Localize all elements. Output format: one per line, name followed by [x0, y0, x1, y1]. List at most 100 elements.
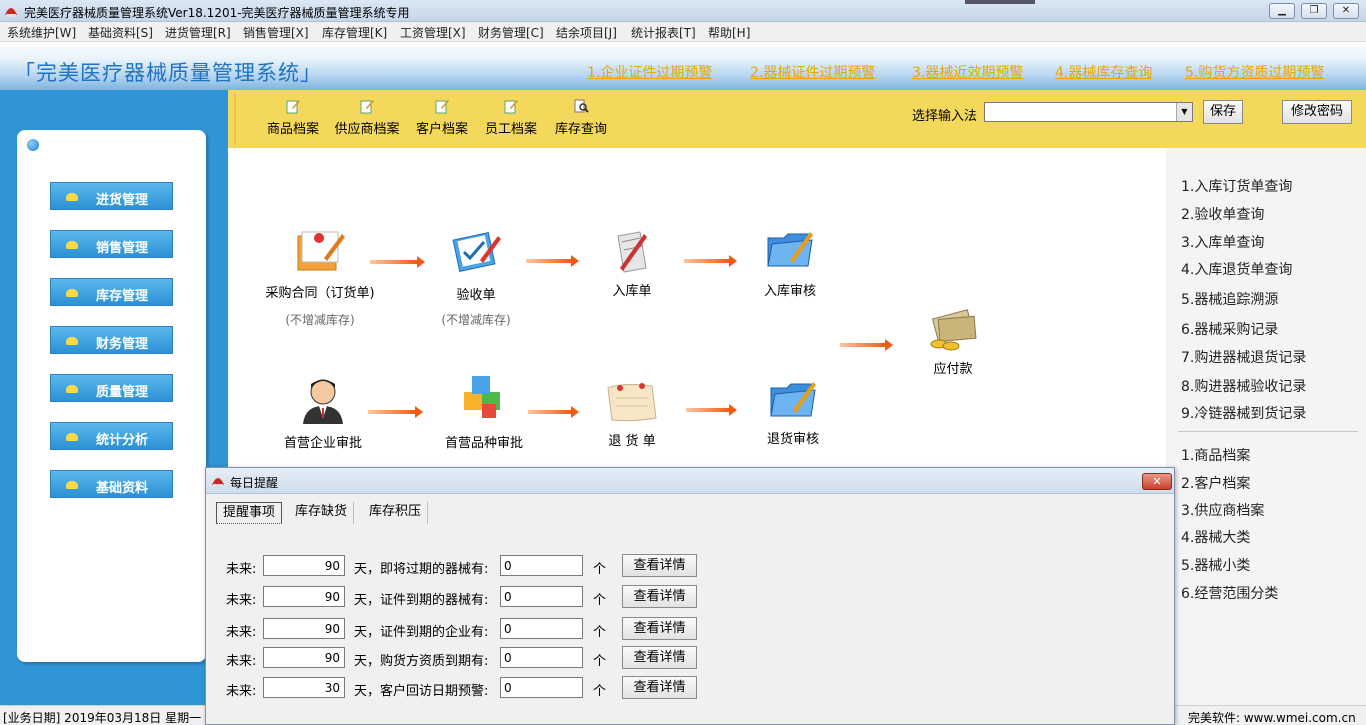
- query-cold-chain-record[interactable]: 9.冷链器械到货记录: [1181, 403, 1306, 423]
- menu-help[interactable]: 帮助[H]: [708, 24, 750, 41]
- menu-bar: 系统维护[W] 基础资料[S] 进货管理[R] 销售管理[X] 库存管理[K] …: [0, 22, 1366, 42]
- count-field[interactable]: 0: [500, 677, 583, 698]
- count-field[interactable]: 0: [500, 555, 583, 576]
- count-field[interactable]: 0: [500, 618, 583, 639]
- close-button[interactable]: ✕: [1333, 3, 1359, 19]
- archive-device-subcategory[interactable]: 5.器械小类: [1181, 555, 1250, 575]
- magnifier-document-icon: [574, 99, 589, 113]
- app-logo-icon: [5, 8, 17, 17]
- nav-quality-management[interactable]: 质量管理: [50, 374, 173, 402]
- helmet-icon: [66, 337, 78, 345]
- tab-stock-shortage[interactable]: 库存缺货: [289, 502, 355, 524]
- menu-purchase[interactable]: 进货管理[R]: [165, 24, 231, 41]
- flow-arrow: [840, 339, 893, 351]
- reminder-row-enterprise-certs: 未来: 90 天，证件到期的企业有: 0 个 查看详情: [206, 617, 1174, 642]
- edit-document-icon: [360, 100, 374, 114]
- edit-document-icon: [435, 100, 449, 114]
- days-input[interactable]: 30: [263, 677, 345, 698]
- count-field[interactable]: 0: [500, 586, 583, 607]
- note-icon: [607, 383, 657, 422]
- count-field[interactable]: 0: [500, 647, 583, 668]
- reminder-row-device-certs: 未来: 90 天，证件到期的器械有: 0 个 查看详情: [206, 585, 1174, 610]
- days-input[interactable]: 90: [263, 555, 345, 576]
- dialog-close-button[interactable]: ✕: [1142, 473, 1172, 490]
- menu-balance[interactable]: 结余项目[J]: [556, 24, 617, 41]
- toolbar-stock-query[interactable]: 库存查询: [554, 96, 608, 142]
- flow-arrow: [684, 255, 737, 267]
- title-bar: 完美医疗器械质量管理系统Ver18.1201-完美医疗器械质量管理系统专用 ▁ …: [0, 0, 1366, 22]
- query-purchase-acceptance-record[interactable]: 8.购进器械验收记录: [1181, 376, 1306, 396]
- restore-button[interactable]: ❐: [1301, 3, 1327, 19]
- query-inbound-return[interactable]: 4.入库退货单查询: [1181, 259, 1292, 279]
- nav-basic-data[interactable]: 基础资料: [50, 470, 173, 498]
- view-details-button[interactable]: 查看详情: [622, 676, 697, 699]
- save-button[interactable]: 保存: [1203, 100, 1243, 124]
- warning-link-stock-query[interactable]: 4.器械库存查询: [1055, 62, 1152, 82]
- nav-purchase-management[interactable]: 进货管理: [50, 182, 173, 210]
- warning-link-near-expiry[interactable]: 3.器械近效期预警: [912, 62, 1023, 82]
- ime-label: 选择输入法: [912, 109, 978, 124]
- dropdown-arrow-icon[interactable]: ▼: [1176, 103, 1192, 121]
- archive-customer[interactable]: 2.客户档案: [1181, 473, 1250, 493]
- archive-product[interactable]: 1.商品档案: [1181, 445, 1250, 465]
- ime-select[interactable]: ▼: [984, 102, 1193, 122]
- menu-inventory[interactable]: 库存管理[K]: [322, 24, 387, 41]
- view-details-button[interactable]: 查看详情: [622, 554, 697, 577]
- helmet-icon: [66, 433, 78, 441]
- days-input[interactable]: 90: [263, 647, 345, 668]
- nav-statistics[interactable]: 统计分析: [50, 422, 173, 450]
- clipboard-icon: [452, 232, 501, 272]
- tab-reminders[interactable]: 提醒事项: [216, 502, 283, 524]
- dialog-title-bar: 每日提醒 ✕: [206, 468, 1174, 494]
- helmet-icon: [66, 193, 78, 201]
- days-input[interactable]: 90: [263, 586, 345, 607]
- days-input[interactable]: 90: [263, 618, 345, 639]
- toolbar-supplier-archive[interactable]: 供应商档案: [334, 96, 400, 142]
- change-password-button[interactable]: 修改密码: [1282, 100, 1352, 124]
- bullet-icon: [27, 139, 39, 151]
- query-inbound[interactable]: 3.入库单查询: [1181, 232, 1264, 252]
- daily-reminder-dialog: 每日提醒 ✕ 提醒事项 库存缺货 库存积压 未来: 90 天，即将过期的器械有:…: [205, 467, 1175, 725]
- nav-finance-management[interactable]: 财务管理: [50, 326, 173, 354]
- query-device-trace[interactable]: 5.器械追踪溯源: [1181, 289, 1278, 309]
- nav-sales-management[interactable]: 销售管理: [50, 230, 173, 258]
- flow-arrow: [686, 404, 737, 416]
- view-details-button[interactable]: 查看详情: [622, 585, 697, 608]
- query-purchase-record[interactable]: 6.器械采购记录: [1181, 319, 1278, 339]
- user-icon: [303, 379, 343, 424]
- archive-business-scope[interactable]: 6.经营范围分类: [1181, 583, 1278, 603]
- query-acceptance[interactable]: 2.验收单查询: [1181, 204, 1264, 224]
- archive-device-category[interactable]: 4.器械大类: [1181, 527, 1250, 547]
- menu-finance[interactable]: 财务管理[C]: [478, 24, 544, 41]
- archive-supplier[interactable]: 3.供应商档案: [1181, 500, 1264, 520]
- nav-inventory-management[interactable]: 库存管理: [50, 278, 173, 306]
- warning-link-buyer-qualification[interactable]: 5.购货方资质过期预警: [1185, 62, 1324, 82]
- query-inbound-order[interactable]: 1.入库订货单查询: [1181, 176, 1292, 196]
- right-panel: 1.入库订货单查询 2.验收单查询 3.入库单查询 4.入库退货单查询 5.器械…: [1166, 148, 1366, 705]
- toolbar-employee-archive[interactable]: 员工档案: [484, 96, 538, 142]
- money-icon: [930, 309, 977, 351]
- contract-icon: [297, 231, 345, 271]
- reminder-row-buyer-qualification: 未来: 90 天，购货方资质到期有: 0 个 查看详情: [206, 646, 1174, 671]
- tab-stock-overstock[interactable]: 库存积压: [363, 502, 429, 524]
- cubes-icon: [464, 376, 500, 418]
- view-details-button[interactable]: 查看详情: [622, 617, 697, 640]
- warning-link-device-cert[interactable]: 2.器械证件过期预警: [750, 62, 875, 82]
- toolbar-product-archive[interactable]: 商品档案: [266, 96, 320, 142]
- blueprint-icon: [617, 231, 647, 273]
- toolbar-customer-archive[interactable]: 客户档案: [415, 96, 469, 142]
- menu-payroll[interactable]: 工资管理[X]: [400, 24, 466, 41]
- taskbar-strip: [965, 0, 1035, 4]
- reminder-row-customer-visit: 未来: 30 天，客户回访日期预警: 0 个 查看详情: [206, 676, 1174, 701]
- helmet-icon: [66, 241, 78, 249]
- menu-basic-data[interactable]: 基础资料[S]: [88, 24, 153, 41]
- minimize-button[interactable]: ▁: [1269, 3, 1295, 19]
- menu-sales[interactable]: 销售管理[X]: [243, 24, 309, 41]
- menu-reports[interactable]: 统计报表[T]: [631, 24, 696, 41]
- flow-arrow: [370, 256, 425, 268]
- view-details-button[interactable]: 查看详情: [622, 646, 697, 669]
- menu-system[interactable]: 系统维护[W]: [7, 24, 76, 41]
- warning-link-enterprise-cert[interactable]: 1.企业证件过期预警: [587, 62, 712, 82]
- query-purchase-return-record[interactable]: 7.购进器械退货记录: [1181, 347, 1306, 367]
- edit-document-icon: [286, 100, 300, 114]
